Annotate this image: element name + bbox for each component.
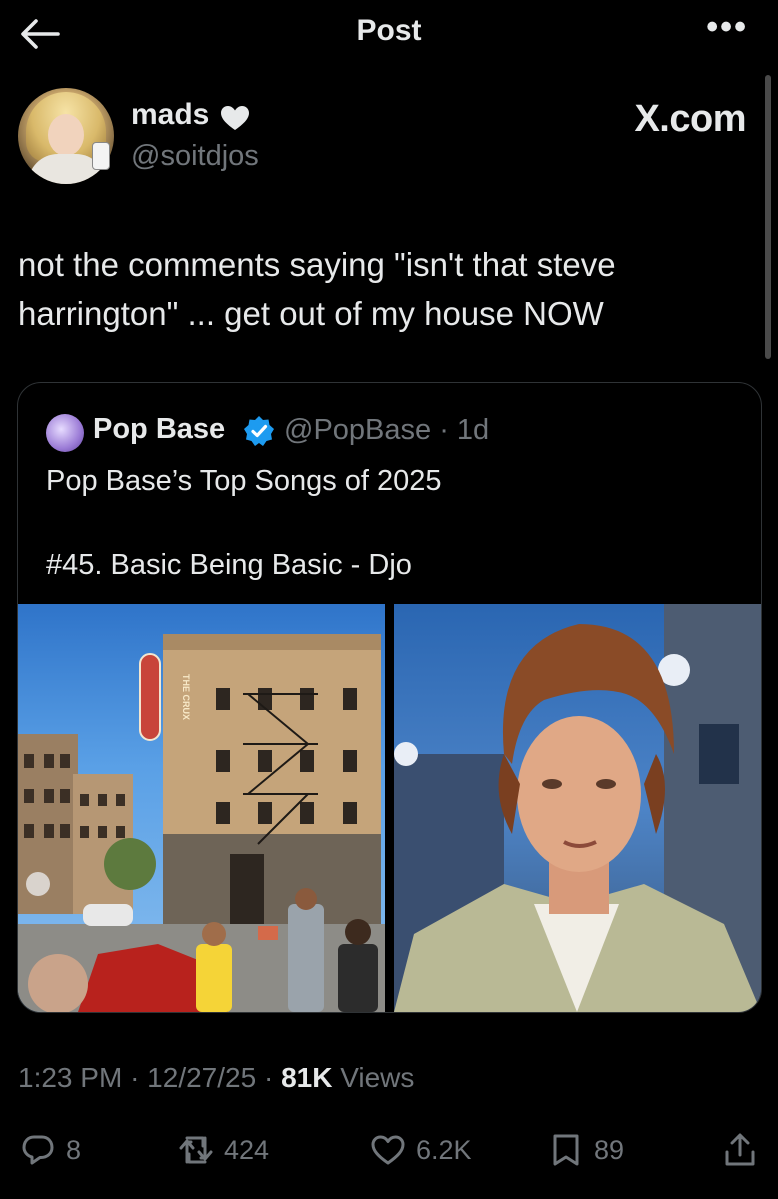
bookmark-count: 89 (594, 1134, 625, 1165)
quote-handle-time: @PopBase · 1d (284, 414, 490, 446)
quoted-post[interactable]: Pop Base @PopBase · 1d Pop Base’s Top So… (17, 382, 762, 1013)
post-text-line-1: not the comments saying "isn't that stev… (18, 246, 616, 283)
reply-icon (22, 1135, 54, 1165)
views-count[interactable]: 81K (281, 1062, 332, 1093)
repost-button[interactable]: 424 (178, 1128, 269, 1172)
share-button[interactable] (722, 1128, 758, 1172)
views-label: Views (340, 1062, 415, 1093)
heart-emoji-icon (221, 106, 249, 130)
like-icon (371, 1135, 405, 1165)
like-count: 6.2K (416, 1134, 472, 1165)
verified-badge-icon (244, 416, 274, 446)
page-title: Post (356, 14, 422, 47)
post-date: 12/27/25 (147, 1062, 257, 1093)
like-button[interactable]: 6.2K (370, 1128, 472, 1172)
album-cover-illustration: THE CRUX (18, 634, 385, 1012)
meta-separator: · (130, 1062, 148, 1093)
phone-icon (92, 142, 110, 170)
bookmark-icon (553, 1134, 579, 1166)
x-watermark: X.com (634, 98, 746, 140)
author-handle[interactable]: @soitdjos (131, 140, 259, 173)
post-meta: 1:23 PM · 12/27/25 · 81K Views (18, 1062, 414, 1094)
sign-text: THE CRUX (181, 674, 191, 720)
author-name[interactable]: mads (131, 98, 209, 132)
portrait-image[interactable] (394, 604, 761, 1012)
quote-author-name[interactable]: Pop Base (93, 413, 225, 446)
post-text: not the comments saying "isn't that stev… (18, 240, 718, 338)
quote-text-line-2: #45. Basic Being Basic - Djo (46, 549, 412, 581)
quote-text-line-1: Pop Base’s Top Songs of 2025 (46, 465, 442, 497)
repost-count: 424 (224, 1134, 270, 1165)
repost-icon (179, 1136, 213, 1164)
reply-count: 8 (66, 1134, 82, 1165)
meta-separator: · (263, 1062, 282, 1093)
quote-avatar[interactable] (46, 414, 84, 452)
more-icon[interactable]: ••• (706, 8, 748, 47)
scrollbar[interactable] (765, 75, 771, 359)
post-text-line-2: harrington" ... get out of my house NOW (18, 295, 604, 332)
post-page: Post ••• mads @soitdjos X.com not the co… (0, 0, 778, 1199)
bookmark-button[interactable]: 89 (548, 1128, 624, 1172)
action-bar: 8 424 6.2K 89 (0, 1128, 778, 1178)
portrait-illustration (394, 604, 761, 1012)
reply-button[interactable]: 8 (20, 1128, 81, 1172)
top-bar: Post ••• (0, 0, 778, 66)
post-time: 1:23 PM (18, 1062, 123, 1093)
album-cover-image[interactable]: THE CRUX (18, 604, 385, 1012)
share-icon (725, 1133, 755, 1166)
